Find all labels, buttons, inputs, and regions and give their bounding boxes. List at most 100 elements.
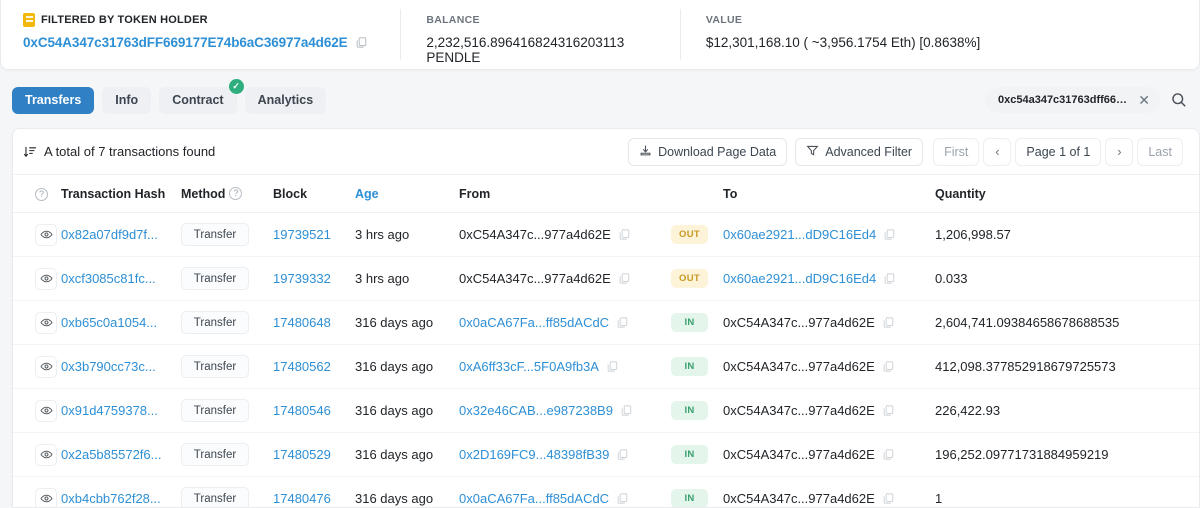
row-direction-cell: IN (671, 301, 723, 345)
row-to-link[interactable]: 0x60ae2921...dD9C16Ed4 (723, 227, 876, 242)
method-badge[interactable]: Transfer (181, 223, 249, 246)
row-age-text: 3 hrs ago (355, 227, 409, 242)
value-amount: $12,301,168.10 ( ~3,956.1754 Eth) [0.863… (706, 35, 1199, 50)
method-badge[interactable]: Transfer (181, 267, 249, 290)
copy-icon[interactable] (618, 272, 631, 285)
method-badge[interactable]: Transfer (181, 355, 249, 378)
row-from-address: 0xC54A347c...977a4d62E (459, 227, 611, 242)
table-row: 0xb4cbb762f28...Transfer17480476316 days… (13, 477, 1199, 508)
row-block-link[interactable]: 19739332 (273, 271, 331, 286)
eye-icon[interactable] (35, 312, 57, 334)
row-block-link[interactable]: 17480529 (273, 447, 331, 462)
eye-icon[interactable] (35, 268, 57, 290)
transfers-panel: A total of 7 transactions found Download… (12, 128, 1200, 508)
copy-icon[interactable] (883, 228, 896, 241)
row-from-link[interactable]: 0xA6ff33cF...5F0A9fb3A (459, 359, 599, 374)
copy-icon[interactable] (882, 404, 895, 417)
method-badge[interactable]: Transfer (181, 399, 249, 422)
copy-icon[interactable] (618, 228, 631, 241)
copy-icon[interactable] (882, 360, 895, 373)
row-from-link[interactable]: 0x0aCA67Fa...ff85dACdC (459, 491, 609, 506)
direction-badge: IN (671, 357, 708, 376)
row-block-link[interactable]: 17480476 (273, 491, 331, 506)
table-row: 0x2a5b85572f6... Transfer 17480529 316 days… (13, 433, 1199, 477)
method-badge[interactable]: Transfer (181, 487, 249, 508)
advanced-filter-button[interactable]: Advanced Filter (795, 138, 923, 166)
copy-icon[interactable] (606, 360, 619, 373)
row-transaction-hash-link[interactable]: 0x3b790cc73c... (61, 359, 156, 374)
column-header-age[interactable]: Age (355, 175, 459, 213)
pagination-next-button[interactable]: › (1105, 138, 1133, 166)
balance-column: BALANCE 2,232,516.896416824316203113 PEN… (400, 0, 680, 69)
column-header-direction (671, 175, 723, 213)
row-block-link[interactable]: 17480546 (273, 403, 331, 418)
row-direction-cell: IN (671, 345, 723, 389)
copy-icon[interactable] (616, 448, 629, 461)
row-block-link[interactable]: 17480562 (273, 359, 331, 374)
download-page-data-label: Download Page Data (658, 145, 776, 159)
row-age-text: 3 hrs ago (355, 271, 409, 286)
copy-icon[interactable] (620, 404, 633, 417)
tab-info[interactable]: Info (102, 87, 151, 114)
column-header-quantity-label: Quantity (935, 187, 986, 201)
row-to-cell: 0xC54A347c...977a4d62E (723, 301, 935, 345)
table-row: 0xb65c0a1054... Transfer 17480648 316 days … (13, 301, 1199, 345)
eye-icon[interactable] (35, 444, 57, 466)
copy-icon[interactable] (882, 316, 895, 329)
search-icon[interactable] (1164, 86, 1194, 114)
row-quantity-cell: 412,098.377852918679725573 (935, 345, 1199, 389)
eye-icon[interactable] (35, 356, 57, 378)
eye-icon[interactable] (35, 224, 57, 246)
copy-icon[interactable] (882, 492, 895, 505)
close-icon[interactable]: ✕ (1136, 93, 1152, 107)
copy-icon[interactable] (355, 36, 368, 49)
copy-icon[interactable] (616, 316, 629, 329)
row-method-cell: Transfer (181, 301, 273, 345)
row-transaction-hash-link[interactable]: 0x91d4759378... (61, 403, 158, 418)
row-to-link[interactable]: 0x60ae2921...dD9C16Ed4 (723, 271, 876, 286)
tab-analytics[interactable]: Analytics (245, 87, 327, 114)
active-search-filter-chip[interactable]: 0xc54a347c31763dff669177e... ✕ (985, 87, 1160, 113)
row-quantity-text: 2,604,741.09384658678688535 (935, 315, 1119, 330)
eye-icon[interactable] (35, 488, 57, 508)
row-age-text: 316 days ago (355, 359, 433, 374)
column-header-block-label: Block (273, 187, 307, 201)
tab-transfers[interactable]: Transfers (12, 87, 94, 114)
copy-icon[interactable] (616, 492, 629, 505)
row-from-link[interactable]: 0x0aCA67Fa...ff85dACdC (459, 315, 609, 330)
download-page-data-button[interactable]: Download Page Data (628, 138, 787, 166)
row-transaction-hash-link[interactable]: 0x82a07df9d7f... (61, 227, 158, 242)
row-from-link[interactable]: 0x32e46CAB...e987238B9 (459, 403, 613, 418)
row-method-cell: Transfer (181, 257, 273, 301)
row-block-link[interactable]: 17480648 (273, 315, 331, 330)
row-transaction-hash-link[interactable]: 0xb4cbb762f28... (61, 491, 161, 506)
tab-contract[interactable]: Contract ✓ (159, 87, 236, 114)
pagination-last-button[interactable]: Last (1137, 138, 1183, 166)
method-badge[interactable]: Transfer (181, 311, 249, 334)
row-block-cell: 17480546 (273, 389, 355, 433)
row-block-link[interactable]: 19739521 (273, 227, 331, 242)
help-icon[interactable]: ? (35, 188, 48, 201)
row-from-cell: 0xC54A347c...977a4d62E (459, 213, 671, 257)
row-transaction-hash-link[interactable]: 0xb65c0a1054... (61, 315, 157, 330)
row-from-link[interactable]: 0x2D169FC9...48398fB39 (459, 447, 609, 462)
pagination-prev-button[interactable]: ‹ (983, 138, 1011, 166)
row-age-cell: 316 days ago (355, 433, 459, 477)
row-transaction-hash-link[interactable]: 0xcf3085c81fc... (61, 271, 156, 286)
row-block-cell: 17480529 (273, 433, 355, 477)
row-hash-cell: 0x91d4759378... (61, 389, 181, 433)
filter-address-link[interactable]: 0xC54A347c31763dFF669177E74b6aC36977a4d6… (23, 35, 348, 50)
help-icon[interactable]: ? (229, 187, 242, 200)
row-transaction-hash-link[interactable]: 0x2a5b85572f6... (61, 447, 161, 462)
row-age-cell: 316 days ago (355, 345, 459, 389)
row-from-cell: 0x32e46CAB...e987238B9 (459, 389, 671, 433)
method-badge[interactable]: Transfer (181, 443, 249, 466)
copy-icon[interactable] (883, 272, 896, 285)
copy-icon[interactable] (882, 448, 895, 461)
pagination-first-button[interactable]: First (933, 138, 979, 166)
balance-value: 2,232,516.896416824316203113 PENDLE (426, 35, 680, 65)
eye-icon[interactable] (35, 400, 57, 422)
row-quantity-cell: 196,252.09771731884959219 (935, 433, 1199, 477)
verified-check-icon: ✓ (229, 79, 244, 94)
row-age-text: 316 days ago (355, 315, 433, 330)
